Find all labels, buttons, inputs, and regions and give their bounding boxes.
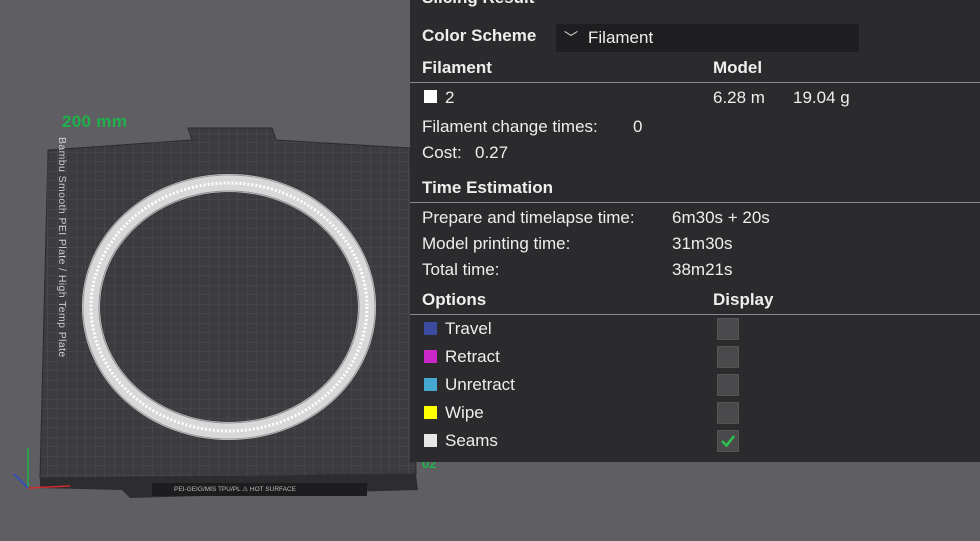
color-scheme-label: Color Scheme bbox=[422, 26, 537, 45]
filament-id: 2 bbox=[445, 88, 455, 107]
option-label-travel: Travel bbox=[445, 319, 492, 338]
panel-title: Slicing Result bbox=[422, 0, 534, 8]
seams-color-swatch bbox=[424, 434, 437, 447]
divider bbox=[410, 82, 980, 83]
option-label-wipe: Wipe bbox=[445, 403, 484, 422]
time-estimation-header: Time Estimation bbox=[422, 178, 553, 197]
wipe-display-checkbox[interactable] bbox=[717, 402, 739, 424]
model-time-value: 31m30s bbox=[672, 234, 733, 253]
option-label-seams: Seams bbox=[445, 431, 498, 450]
options-header: Options bbox=[422, 290, 487, 309]
unretract-color-swatch bbox=[424, 378, 437, 391]
divider bbox=[410, 202, 980, 203]
slicing-result-panel: Slicing Result Color Scheme ﹀ Filament Fi… bbox=[410, 0, 980, 462]
model-time-label: Model printing time: bbox=[422, 234, 571, 253]
display-header: Display bbox=[713, 290, 774, 309]
bed-size-label: 200 mm bbox=[62, 112, 128, 131]
cost-label: Cost: bbox=[422, 143, 462, 162]
filament-color-swatch bbox=[424, 90, 437, 103]
checkmark-icon bbox=[721, 435, 736, 448]
chevron-down-icon: ﹀ bbox=[564, 30, 578, 46]
total-time-label: Total time: bbox=[422, 260, 500, 279]
prepare-time-label: Prepare and timelapse time: bbox=[422, 208, 635, 227]
unretract-display-checkbox[interactable] bbox=[717, 374, 739, 396]
wipe-color-swatch bbox=[424, 406, 437, 419]
cost-value: 0.27 bbox=[475, 143, 509, 162]
change-times-value: 0 bbox=[633, 117, 643, 136]
color-scheme-value: Filament bbox=[588, 28, 654, 47]
travel-color-swatch bbox=[424, 322, 437, 335]
model-header: Model bbox=[713, 58, 763, 77]
plate-tag-text: PEI-GEIG/MIS TPU/PL ⚠ HOT SURFACE bbox=[152, 483, 367, 496]
color-scheme-dropdown[interactable]: ﹀ Filament bbox=[556, 24, 859, 52]
retract-color-swatch bbox=[424, 350, 437, 363]
divider bbox=[410, 314, 980, 315]
option-label-retract: Retract bbox=[445, 347, 500, 366]
retract-display-checkbox[interactable] bbox=[717, 346, 739, 368]
prepare-time-value: 6m30s + 20s bbox=[672, 208, 770, 227]
plate-name-text: Bambu Smooth PEI Plate / High Temp Plate bbox=[56, 137, 68, 358]
filament-header: Filament bbox=[422, 58, 492, 77]
filament-weight: 19.04 g bbox=[793, 88, 850, 107]
change-times-label: Filament change times: bbox=[422, 117, 598, 136]
option-label-unretract: Unretract bbox=[445, 375, 515, 394]
total-time-value: 38m21s bbox=[672, 260, 733, 279]
seams-display-checkbox[interactable] bbox=[717, 430, 739, 452]
filament-length: 6.28 m bbox=[713, 88, 765, 107]
travel-display-checkbox[interactable] bbox=[717, 318, 739, 340]
